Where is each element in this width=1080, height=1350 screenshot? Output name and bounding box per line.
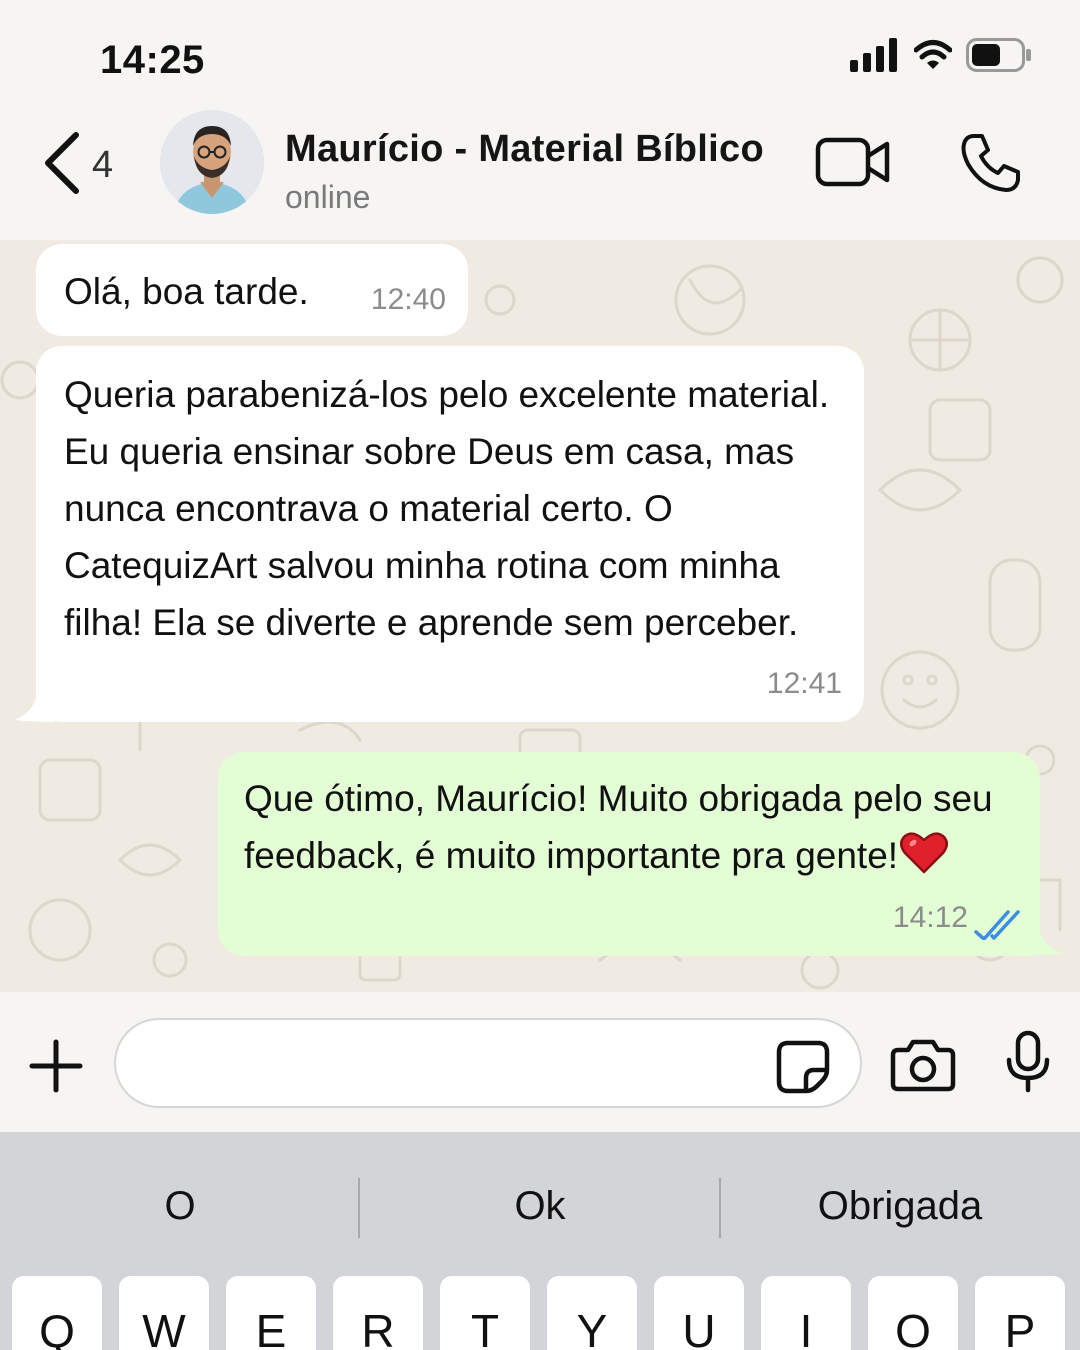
battery-icon (966, 38, 1031, 72)
unread-count: 4 (92, 143, 114, 186)
status-icons (850, 38, 1032, 72)
camera-button[interactable] (890, 1038, 956, 1097)
camera-icon (890, 1039, 956, 1092)
video-call-button[interactable] (815, 136, 891, 193)
avatar[interactable] (160, 110, 264, 214)
message-time: 12:40 (370, 283, 446, 316)
video-call-icon (815, 137, 890, 187)
read-receipt-icon (974, 910, 1020, 940)
message-text: Queria parabenizá-los pelo excelente mat… (64, 374, 830, 643)
message-bubble-incoming[interactable]: Olá, boa tarde. 12:40 (36, 244, 468, 336)
status-time: 14:25 (100, 38, 205, 82)
key-r[interactable]: R (333, 1276, 423, 1350)
key-i[interactable]: I (761, 1276, 851, 1350)
suggestion-bar: O Ok Obrigada (0, 1132, 1080, 1278)
microphone-icon (1006, 1030, 1050, 1093)
suggestion-item[interactable]: O (0, 1184, 360, 1229)
key-u[interactable]: U (654, 1276, 744, 1350)
chat-header: 4 Maurício - Material Bíblico online (0, 100, 1080, 240)
avatar-image (160, 110, 264, 214)
message-input[interactable] (114, 1018, 862, 1108)
phone-icon (961, 134, 1020, 192)
input-bar (0, 992, 1080, 1132)
back-button[interactable]: 4 (40, 130, 113, 196)
heart-emoji-icon (900, 832, 949, 874)
suggestion-item[interactable]: Ok (360, 1184, 720, 1229)
bubble-tail-outgoing (1020, 922, 1064, 956)
status-bar: 14:25 (0, 0, 1080, 110)
message-time: 12:41 (766, 667, 842, 700)
message-text: Olá, boa tarde. (64, 271, 309, 312)
key-y[interactable]: Y (547, 1276, 637, 1350)
plus-icon (29, 1039, 83, 1093)
wifi-icon (914, 40, 952, 69)
message-bubble-outgoing[interactable]: Que ótimo, Maurício! Muito obrigada pelo… (218, 752, 1040, 956)
message-text: Que ótimo, Maurício! Muito obrigada pelo… (244, 778, 993, 876)
key-w[interactable]: W (119, 1276, 209, 1350)
key-p[interactable]: P (975, 1276, 1065, 1350)
chat-area[interactable]: Olá, boa tarde. 12:40 Queria parabenizá-… (0, 240, 1080, 992)
bubble-tail-incoming (14, 688, 54, 722)
contact-name: Maurício - Material Bíblico (285, 128, 764, 170)
suggestion-item[interactable]: Obrigada (720, 1184, 1080, 1229)
key-e[interactable]: E (226, 1276, 316, 1350)
contact-info[interactable]: Maurício - Material Bíblico online (285, 128, 764, 216)
keyboard-row: Q W E R T Y U I O P (0, 1276, 1080, 1350)
attach-button[interactable] (28, 1038, 84, 1099)
key-o[interactable]: O (868, 1276, 958, 1350)
message-time: 14:12 (892, 901, 968, 934)
back-chevron-icon (45, 132, 79, 194)
key-q[interactable]: Q (12, 1276, 102, 1350)
sticker-icon (776, 1040, 830, 1094)
voice-call-button[interactable] (960, 132, 1022, 199)
contact-status: online (285, 179, 371, 215)
signal-icon (850, 38, 897, 72)
sticker-button[interactable] (776, 1040, 830, 1099)
keyboard: O Ok Obrigada Q W E R T Y U I O P (0, 1132, 1080, 1350)
key-t[interactable]: T (440, 1276, 530, 1350)
message-bubble-incoming[interactable]: Queria parabenizá-los pelo excelente mat… (36, 346, 864, 722)
microphone-button[interactable] (1004, 1030, 1052, 1099)
